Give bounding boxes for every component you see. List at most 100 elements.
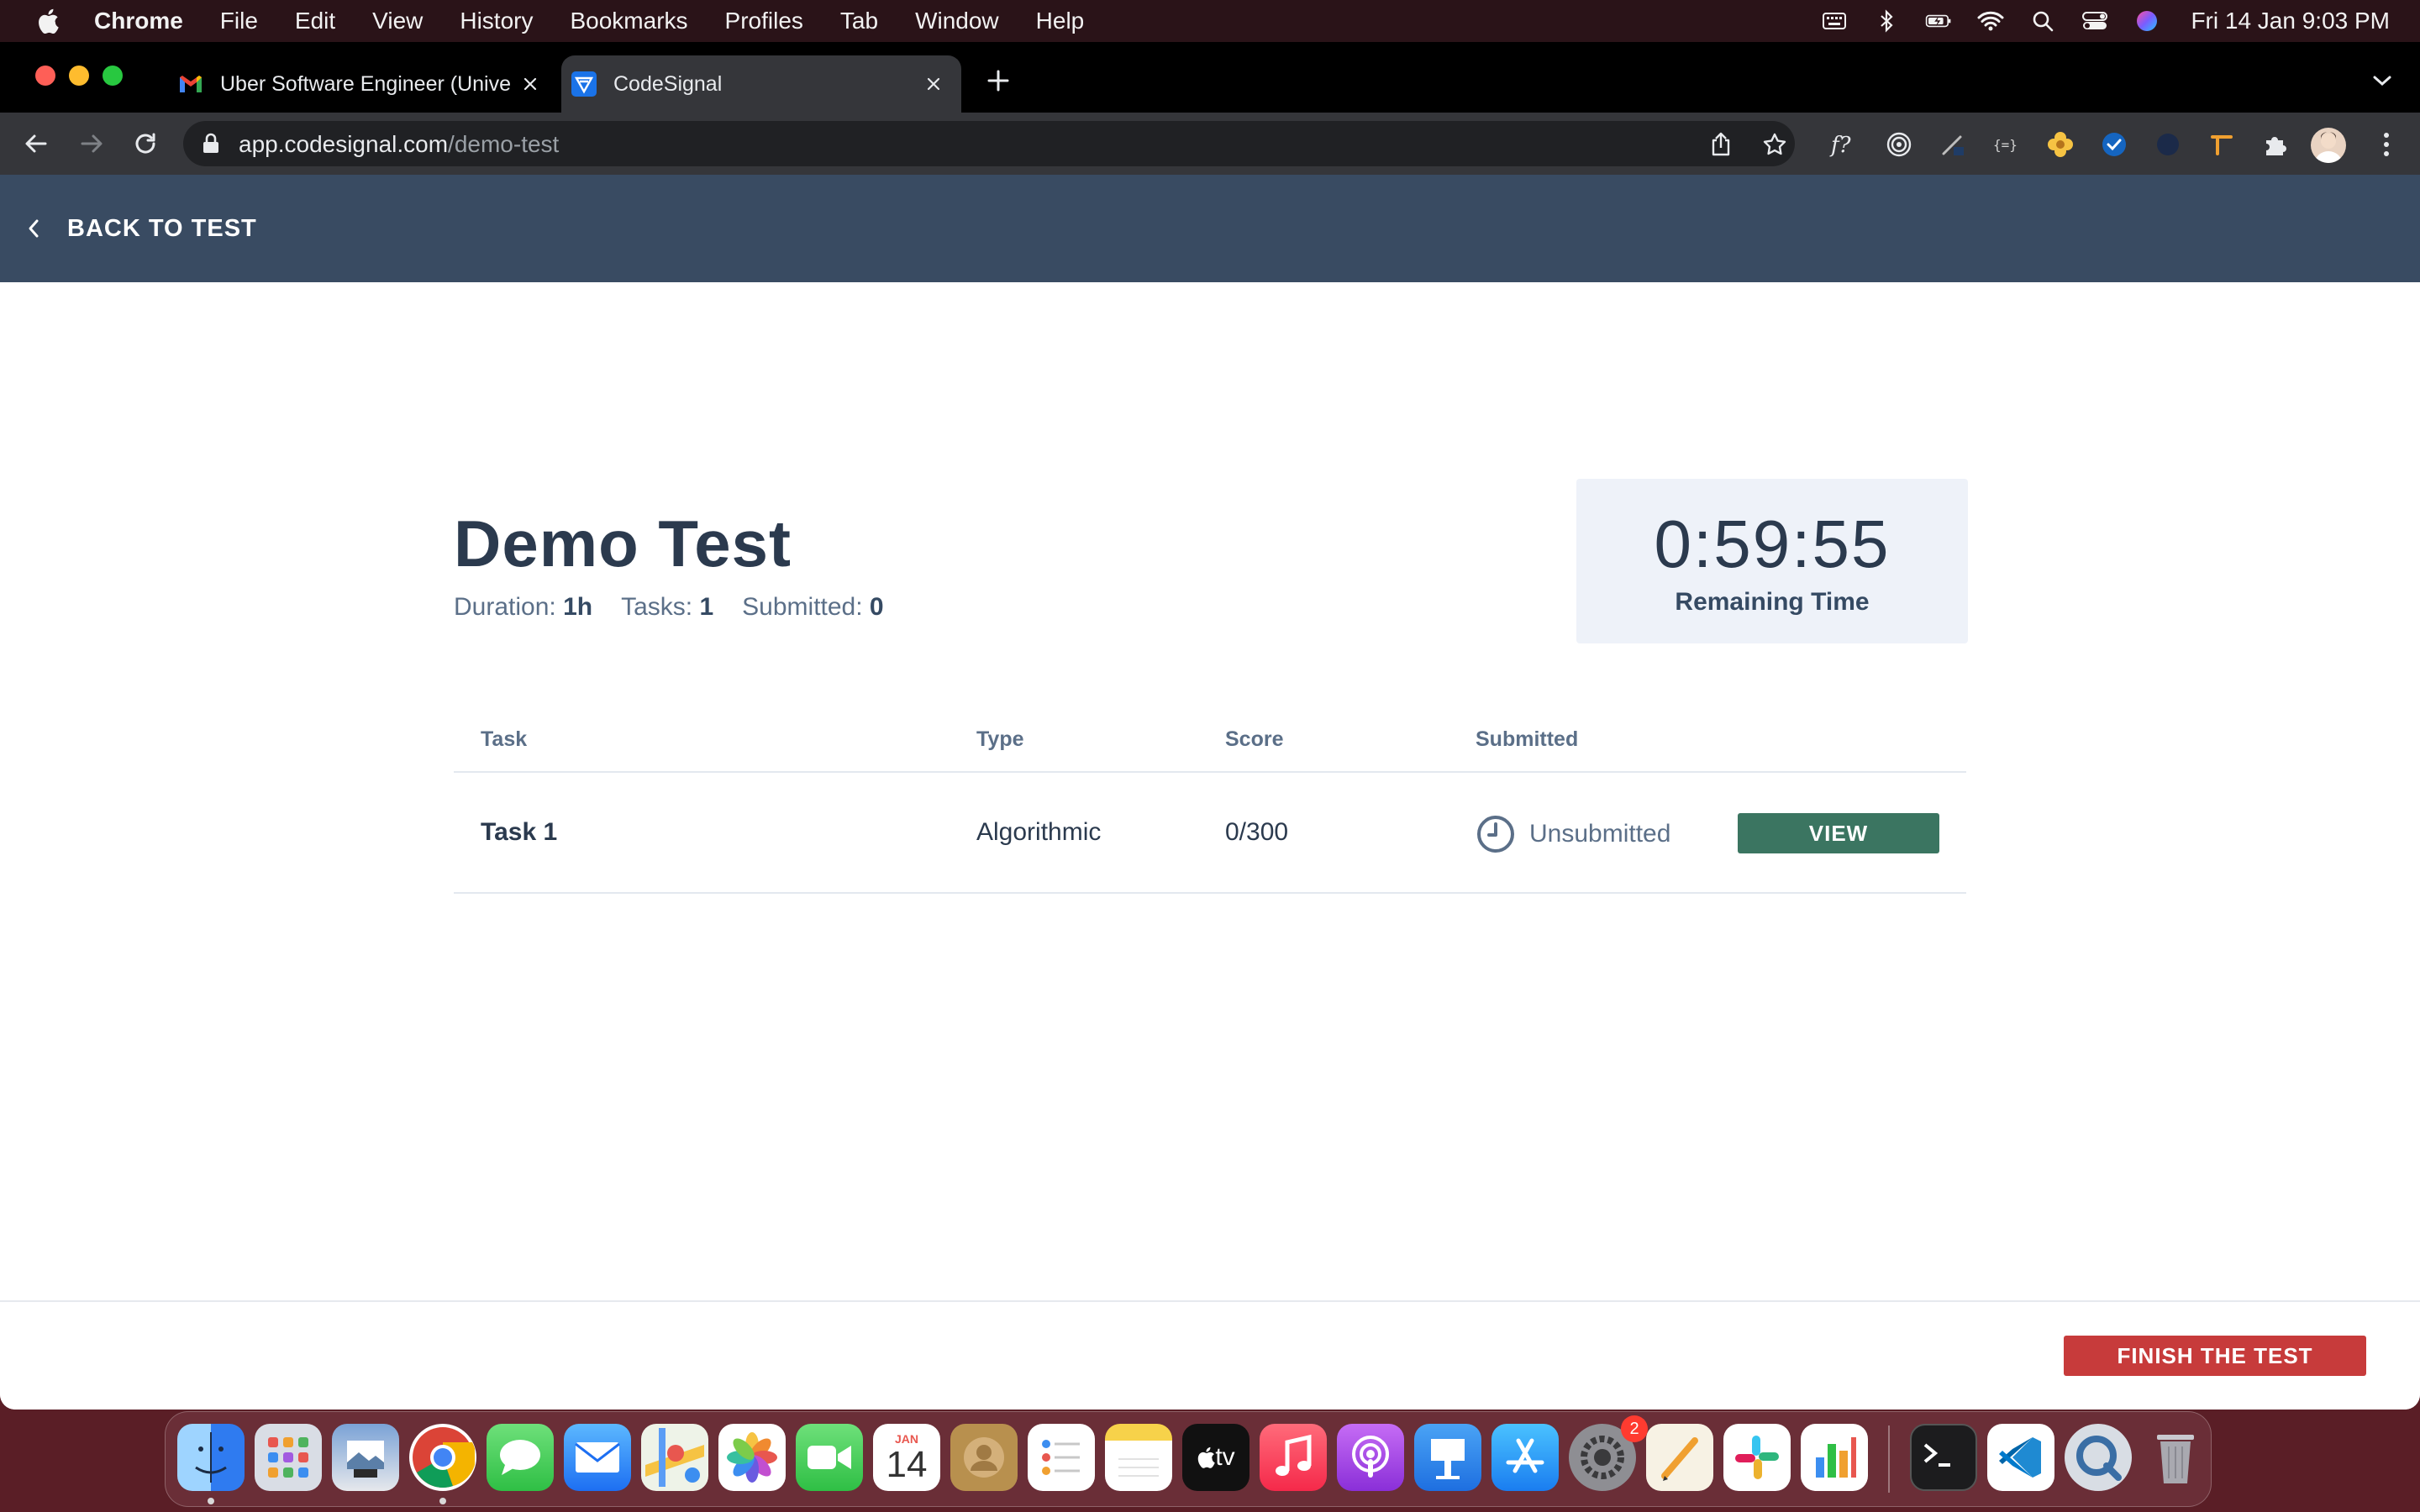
address-bar[interactable]: app.codesignal.com/demo-test <box>183 121 1795 166</box>
lock-icon[interactable] <box>202 133 222 155</box>
tab-title: Uber Software Engineer (Unive <box>220 71 511 96</box>
chevron-left-icon <box>27 216 45 241</box>
apple-tv-icon[interactable]: tv <box>1182 1424 1249 1491</box>
submitted-value: 0 <box>869 593 884 621</box>
dark-extension-icon[interactable] <box>2153 129 2183 160</box>
window-zoom-button[interactable] <box>103 66 123 86</box>
gmail-icon <box>178 71 203 97</box>
new-tab-plus-icon[interactable] <box>983 66 1013 96</box>
vscode-icon[interactable] <box>1987 1424 2054 1491</box>
target-extension-icon[interactable] <box>1884 129 1914 160</box>
photos-icon[interactable] <box>718 1424 786 1491</box>
siri-icon[interactable] <box>2133 9 2160 33</box>
maps-icon[interactable] <box>641 1424 708 1491</box>
facetime-icon[interactable] <box>796 1424 863 1491</box>
task-table: Task Type Score Submitted Task 1 Algorit… <box>454 711 1966 894</box>
preview-icon[interactable] <box>332 1424 399 1491</box>
tab-gmail[interactable]: Uber Software Engineer (Unive <box>168 55 558 113</box>
column-header-score: Score <box>1225 727 1284 751</box>
tab-search-chevron-icon[interactable] <box>2370 71 2395 91</box>
browser-menu-icon[interactable] <box>2371 129 2402 160</box>
menu-bookmarks[interactable]: Bookmarks <box>570 8 687 34</box>
battery-icon[interactable] <box>1925 9 1952 33</box>
notes-icon[interactable] <box>1105 1424 1172 1491</box>
launchpad-icon[interactable] <box>255 1424 322 1491</box>
column-header-type: Type <box>976 727 1024 751</box>
messages-icon[interactable] <box>487 1424 554 1491</box>
page-header: BACK TO TEST <box>0 175 2420 282</box>
menubar-clock[interactable]: Fri 14 Jan 9:03 PM <box>2191 8 2390 34</box>
reload-icon[interactable] <box>129 128 161 160</box>
contacts-icon[interactable] <box>950 1424 1018 1491</box>
menu-file[interactable]: File <box>220 8 258 34</box>
browser-window: Uber Software Engineer (Unive CodeSignal <box>0 42 2420 1410</box>
menu-help[interactable]: Help <box>1036 8 1085 34</box>
test-meta: Duration: 1h Tasks: 1 Submitted: 0 <box>454 593 913 622</box>
flower-extension-icon[interactable] <box>2045 129 2075 160</box>
numbers-icon[interactable] <box>1801 1424 1868 1491</box>
spotlight-search-icon[interactable] <box>2029 9 2056 33</box>
task-score: 0/300 <box>1225 818 1289 846</box>
menu-edit[interactable]: Edit <box>295 8 335 34</box>
orange-extension-icon[interactable] <box>2207 129 2237 160</box>
pages-icon[interactable] <box>1646 1424 1713 1491</box>
formula-extension-icon[interactable]: f? <box>1828 129 1859 160</box>
forward-arrow-icon[interactable] <box>76 128 108 160</box>
terminal-icon[interactable] <box>1910 1424 1977 1491</box>
back-arrow-icon[interactable] <box>20 128 52 160</box>
finish-test-button[interactable]: FINISH THE TEST <box>2064 1336 2366 1376</box>
profile-avatar[interactable] <box>2311 128 2346 163</box>
share-icon[interactable] <box>1707 131 1734 158</box>
reminders-icon[interactable] <box>1028 1424 1095 1491</box>
notification-badge: 2 <box>1621 1415 1648 1442</box>
tab-close-icon[interactable] <box>921 71 946 97</box>
back-to-test-link[interactable]: BACK TO TEST <box>27 210 257 247</box>
finder-icon[interactable] <box>177 1424 245 1491</box>
task-type: Algorithmic <box>976 818 1102 846</box>
json-extension-icon[interactable]: {=} <box>1991 129 2022 160</box>
window-close-button[interactable] <box>35 66 55 86</box>
puzzle-extensions-icon[interactable] <box>2260 129 2291 160</box>
calendar-icon[interactable]: JAN 14 <box>873 1424 940 1491</box>
url-text[interactable]: app.codesignal.com/demo-test <box>239 131 559 158</box>
pen-extension-icon[interactable] <box>1938 129 1968 160</box>
menu-window[interactable]: Window <box>915 8 999 34</box>
menu-profiles[interactable]: Profiles <box>725 8 803 34</box>
menu-app-name[interactable]: Chrome <box>94 8 183 34</box>
control-center-icon[interactable] <box>2081 9 2108 33</box>
svg-text:f?: f? <box>1829 133 1852 158</box>
apple-menu-icon[interactable] <box>35 8 60 34</box>
submission-status: Unsubmitted <box>1476 813 1670 855</box>
remaining-time-panel: 0:59:55 Remaining Time <box>1576 479 1968 643</box>
quicktime-icon[interactable] <box>2065 1424 2132 1491</box>
submitted-meta: Submitted: 0 <box>742 593 883 622</box>
mail-icon[interactable] <box>564 1424 631 1491</box>
window-minimize-button[interactable] <box>69 66 89 86</box>
menu-history[interactable]: History <box>460 8 533 34</box>
music-icon[interactable] <box>1260 1424 1327 1491</box>
slack-icon[interactable] <box>1723 1424 1791 1491</box>
bluetooth-icon[interactable] <box>1873 9 1900 33</box>
view-task-button[interactable]: VIEW <box>1738 813 1939 853</box>
menu-tab[interactable]: Tab <box>840 8 878 34</box>
table-header: Task Type Score Submitted <box>454 711 1966 773</box>
tab-close-icon[interactable] <box>518 71 543 97</box>
trash-icon[interactable] <box>2142 1424 2209 1491</box>
submitted-label: Submitted: <box>742 593 863 621</box>
page-title: Demo Test <box>454 507 792 580</box>
macos-dock: JAN 14 tv 2 <box>165 1411 2212 1507</box>
wifi-icon[interactable] <box>1977 9 2004 33</box>
checkmark-extension-icon[interactable] <box>2099 129 2129 160</box>
tab-codesignal[interactable]: CodeSignal <box>561 55 961 113</box>
app-store-icon[interactable] <box>1491 1424 1559 1491</box>
bookmark-star-icon[interactable] <box>1761 131 1788 158</box>
keynote-icon[interactable] <box>1414 1424 1481 1491</box>
tasks-value: 1 <box>699 593 714 621</box>
keyboard-icon[interactable] <box>1821 9 1848 33</box>
podcasts-icon[interactable] <box>1337 1424 1404 1491</box>
menu-view[interactable]: View <box>372 8 423 34</box>
duration-meta: Duration: 1h <box>454 593 592 622</box>
chrome-icon[interactable] <box>409 1424 476 1491</box>
table-row: Task 1 Algorithmic 0/300 Unsubmitted VIE… <box>454 773 1966 894</box>
task-name: Task 1 <box>481 818 558 846</box>
